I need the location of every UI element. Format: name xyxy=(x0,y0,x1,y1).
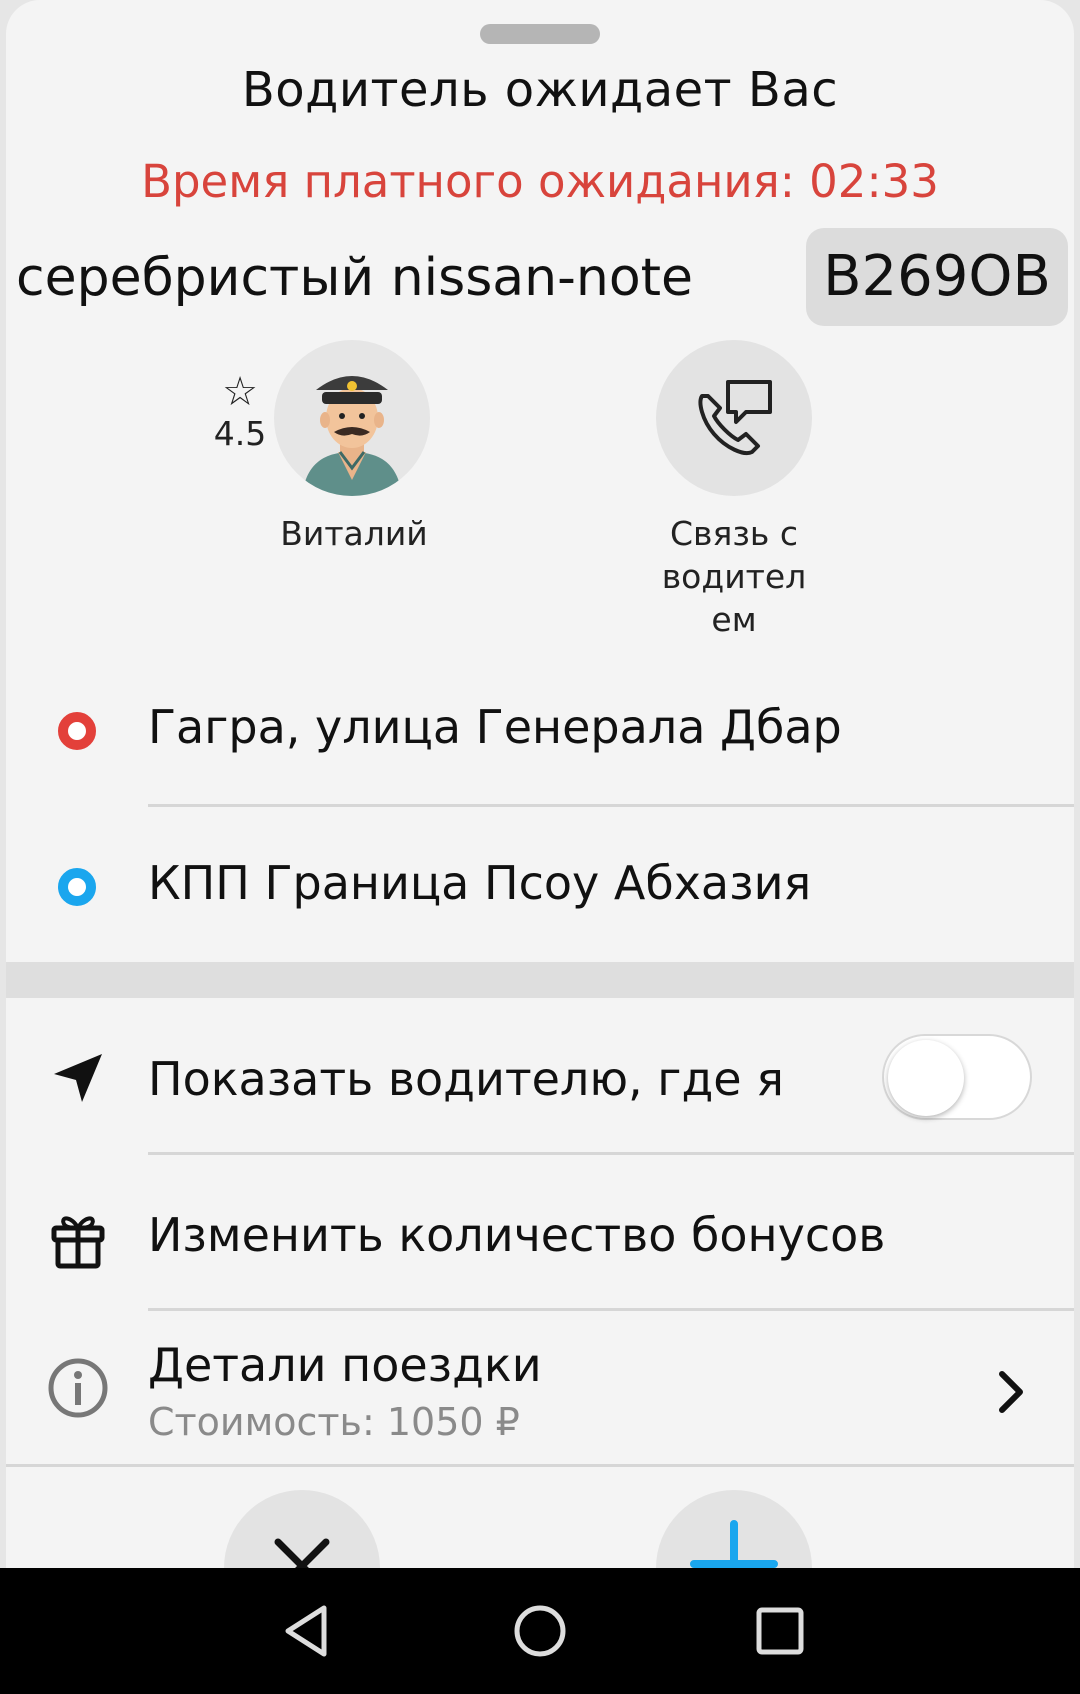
driver-illustration xyxy=(302,376,402,496)
trip-cost: Стоимость: 1050 ₽ xyxy=(148,1400,520,1444)
divider xyxy=(148,804,1074,807)
star-icon: ☆ xyxy=(222,369,258,415)
show-location-label: Показать водителю, где я xyxy=(148,1052,784,1106)
info-icon xyxy=(48,1358,108,1418)
toggle-knob xyxy=(888,1040,964,1116)
driver-rating: ☆ 4.5 xyxy=(212,372,268,453)
driver-name: Виталий xyxy=(280,514,428,553)
home-icon[interactable] xyxy=(505,1596,575,1666)
navigation-arrow-icon xyxy=(54,1054,102,1102)
divider xyxy=(6,1464,1074,1467)
trip-details-title: Детали поездки xyxy=(148,1338,542,1392)
section-separator xyxy=(6,962,1074,998)
plus-icon xyxy=(690,1520,778,1568)
driver-avatar[interactable] xyxy=(274,340,430,496)
license-plate: В269ОВ xyxy=(806,228,1068,326)
rating-value: 4.5 xyxy=(213,414,267,453)
chevron-right-icon xyxy=(999,1371,1023,1413)
phone-chat-icon xyxy=(698,380,772,455)
origin-marker-icon xyxy=(58,712,96,750)
destination-marker-icon xyxy=(58,868,96,906)
show-location-toggle[interactable] xyxy=(882,1034,1032,1120)
add-button[interactable] xyxy=(656,1490,812,1568)
system-navigation-bar xyxy=(0,1568,1080,1694)
recents-icon[interactable] xyxy=(745,1596,815,1666)
sheet-drag-handle[interactable] xyxy=(480,24,600,44)
divider xyxy=(148,1308,1074,1311)
status-title: Водитель ожидает Вас xyxy=(241,62,839,118)
divider xyxy=(148,1152,1074,1155)
bonuses-label: Изменить количество бонусов xyxy=(148,1208,886,1262)
destination-address[interactable]: КПП Граница Псоу Абхазия xyxy=(148,856,811,910)
contact-driver-label: Связь с водителем xyxy=(661,514,807,639)
gift-icon xyxy=(51,1216,105,1269)
origin-address[interactable]: Гагра, улица Генерала Дбар xyxy=(148,700,842,754)
order-bottom-sheet: Водитель ожидает Вас Время платного ожид… xyxy=(6,0,1074,1568)
contact-driver-button[interactable] xyxy=(656,340,812,496)
paid-wait-timer: Время платного ожидания: 02:33 xyxy=(141,155,939,208)
back-icon[interactable] xyxy=(274,1596,344,1666)
close-icon xyxy=(274,1538,330,1568)
cancel-order-button[interactable] xyxy=(224,1490,380,1568)
car-description: серебристый nissan-note xyxy=(16,248,694,308)
